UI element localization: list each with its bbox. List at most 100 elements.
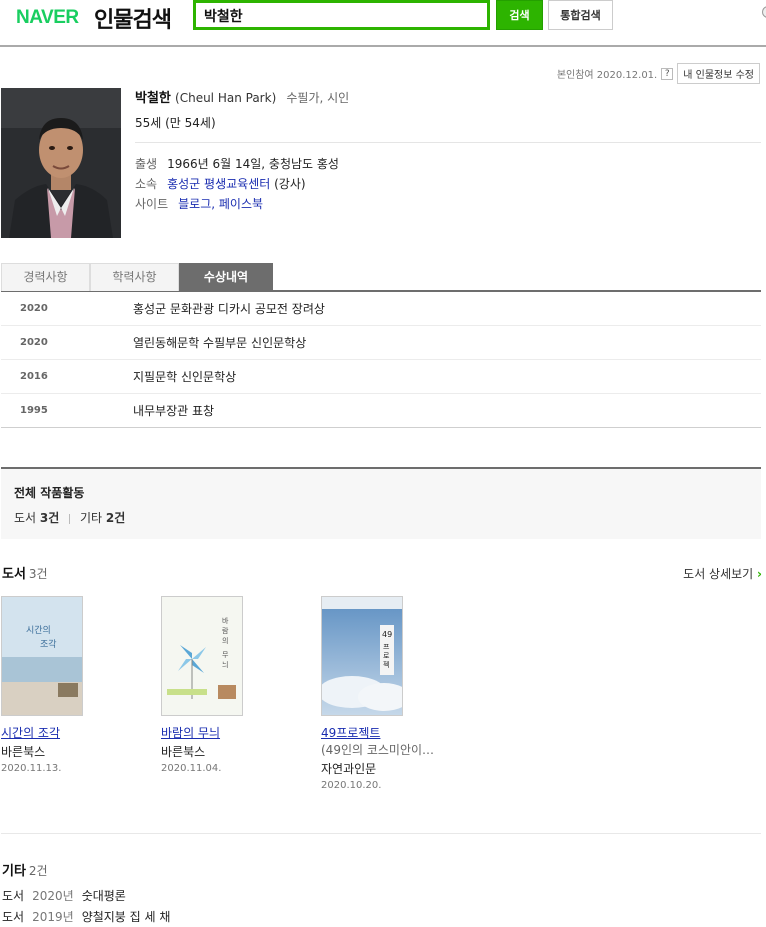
birth-label: 출생 — [135, 157, 158, 171]
profile-photo[interactable] — [1, 88, 121, 238]
book-cover[interactable]: 바 람 의 무 늬 — [161, 596, 243, 716]
search-button[interactable]: 검색 — [496, 0, 543, 30]
book-publisher: 바른북스 — [1, 745, 46, 759]
total-works-box: 전체 작품활동 도서 3건 기타 2건 — [1, 467, 761, 539]
integrated-search-button[interactable]: 통합검색 — [548, 0, 613, 30]
etc-item-title: 양철지붕 집 세 채 — [81, 910, 171, 924]
svg-text:무: 무 — [222, 651, 229, 659]
divider — [1, 427, 761, 428]
etc-count-label[interactable]: 기타 — [80, 511, 102, 525]
site-label: 사이트 — [135, 197, 169, 211]
profile-tabs: 경력사항 학력사항 수상내역 — [1, 263, 761, 292]
book-date: 2020.10.20. — [321, 780, 382, 791]
award-row: 2020 열린동해문학 수필부문 신인문학상 — [1, 326, 761, 360]
edit-profile-button[interactable]: 내 인물정보 수정 — [677, 63, 760, 84]
book-date: 2020.11.13. — [1, 763, 62, 774]
award-year: 2020 — [20, 337, 48, 348]
book-title[interactable]: 바람의 무늬 — [161, 724, 301, 741]
award-year: 2016 — [20, 371, 48, 382]
etc-item: 도서 2020년 숫대평론 — [2, 887, 126, 904]
affiliation-extra: (강사) — [274, 177, 306, 191]
etc-count[interactable]: 2건 — [106, 511, 125, 525]
etc-item-title: 숫대평론 — [81, 889, 126, 903]
site-row: 사이트 블로그, 페이스북 — [135, 195, 263, 212]
book-subtitle: (49인의 코스미안이… — [321, 743, 435, 757]
total-works-counts: 도서 3건 기타 2건 — [14, 509, 125, 526]
etc-section-header: 기타 2건 — [2, 860, 48, 879]
site-links[interactable]: 블로그, 페이스북 — [178, 195, 263, 212]
tab-education[interactable]: 학력사항 — [90, 263, 179, 291]
book-cover-image: 시간의 조각 — [2, 597, 82, 715]
book-title[interactable]: 시간의 조각 — [1, 724, 141, 741]
award-row: 2016 지필문학 신인문학상 — [1, 360, 761, 394]
tab-awards[interactable]: 수상내역 — [179, 263, 273, 291]
award-text: 홍성군 문화관광 디카시 공모전 장려상 — [133, 302, 325, 316]
search-box[interactable] — [193, 0, 490, 30]
etc-item-kind: 도서 — [2, 910, 25, 924]
book-publisher: 자연과인문 — [321, 762, 377, 776]
person-job: 수필가, 시인 — [286, 91, 350, 105]
svg-text:조각: 조각 — [40, 638, 57, 650]
svg-text:바: 바 — [222, 616, 229, 625]
person-name: 박철한 — [135, 91, 171, 106]
award-text: 지필문학 신인문학상 — [133, 370, 237, 384]
book-card: 49 프 로 젝 49프로젝트 (49인의 코스미안이… 자연과인문 2020.… — [321, 596, 461, 791]
award-year: 2020 — [20, 303, 48, 314]
etc-section-title: 기타 — [2, 864, 26, 879]
etc-item-year: 2020년 — [32, 889, 74, 903]
books-count[interactable]: 3건 — [40, 511, 59, 525]
chevron-right-icon: › — [757, 567, 762, 581]
books-count-label[interactable]: 도서 — [14, 511, 36, 525]
divider — [135, 142, 761, 143]
affiliation-link[interactable]: 홍성군 평생교육센터 — [167, 177, 270, 191]
etc-item-year: 2019년 — [32, 910, 74, 924]
affiliation-row: 소속 홍성군 평생교육센터 (강사) — [135, 175, 306, 192]
award-text: 열린동해문학 수필부문 신인문학상 — [133, 336, 307, 350]
awards-list: 2020 홍성군 문화관광 디카시 공모전 장려상 2020 열린동해문학 수필… — [1, 292, 761, 428]
books-section-count: 3건 — [28, 567, 48, 581]
person-age: 55세 (만 54세) — [135, 116, 216, 130]
etc-item: 도서 2019년 양철지붕 집 세 채 — [2, 908, 170, 925]
svg-text:로: 로 — [383, 652, 390, 660]
portrait-image — [1, 88, 121, 238]
award-year: 1995 — [20, 405, 48, 416]
etc-section-count: 2건 — [28, 864, 48, 878]
affiliation-label: 소속 — [135, 177, 158, 191]
books-more-link[interactable]: 도서 상세보기 › — [683, 565, 762, 582]
search-input[interactable] — [204, 6, 474, 26]
book-cover[interactable]: 49 프 로 젝 — [321, 596, 403, 716]
tab-career[interactable]: 경력사항 — [1, 263, 90, 291]
award-row: 2020 홍성군 문화관광 디카시 공모전 장려상 — [1, 292, 761, 326]
svg-text:람: 람 — [222, 627, 229, 635]
books-section-header: 도서 3건 — [2, 563, 48, 582]
person-name-en: (Cheul Han Park) — [175, 91, 277, 105]
separator — [69, 513, 71, 524]
self-participation-info: 본인참여 2020.12.01. ? 내 인물정보 수정 — [557, 63, 760, 84]
svg-text:프: 프 — [383, 643, 390, 651]
book-date: 2020.11.04. — [161, 763, 222, 774]
help-icon[interactable]: ? — [661, 67, 674, 80]
etc-item-kind: 도서 — [2, 889, 25, 903]
total-works-title: 전체 작품활동 — [14, 486, 85, 500]
books-section-title: 도서 — [2, 567, 26, 582]
svg-text:의: 의 — [222, 636, 228, 645]
naver-logo[interactable]: NAVER — [16, 7, 79, 29]
book-publisher: 바른북스 — [161, 745, 206, 759]
book-card: 시간의 조각 시간의 조각 바른북스 2020.11.13. — [1, 596, 141, 774]
book-card: 바 람 의 무 늬 바람의 무늬 바른북스 2020.11.04. — [161, 596, 301, 774]
svg-text:49: 49 — [382, 630, 392, 639]
award-row: 1995 내무부장관 표창 — [1, 394, 761, 428]
self-participation-text: 본인참여 2020.12.01. — [556, 70, 658, 81]
birth-value: 1966년 6월 14일, 충청남도 홍성 — [167, 157, 339, 171]
book-cover[interactable]: 시간의 조각 — [1, 596, 83, 716]
service-title[interactable]: 인물검색 — [94, 2, 172, 34]
book-title[interactable]: 49프로젝트 — [321, 724, 461, 741]
svg-text:젝: 젝 — [383, 660, 389, 669]
svg-text:늬: 늬 — [222, 660, 228, 669]
person-name-line: 박철한 (Cheul Han Park) 수필가, 시인 — [135, 87, 349, 106]
book-cover-image: 49 프 로 젝 — [322, 597, 402, 715]
birth-row: 출생 1966년 6월 14일, 충청남도 홍성 — [135, 155, 339, 172]
svg-text:시간의: 시간의 — [26, 625, 51, 636]
books-more-label: 도서 상세보기 — [683, 567, 754, 581]
divider — [1, 833, 761, 834]
